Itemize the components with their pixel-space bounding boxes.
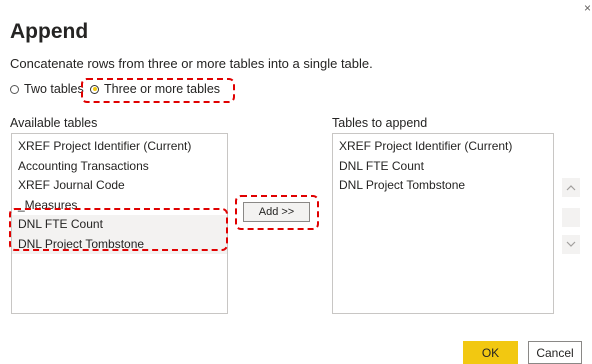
radio-three-or-more-label: Three or more tables [104,82,221,96]
available-tables-label: Available tables [10,116,98,130]
ok-button[interactable]: OK [463,341,518,364]
move-down-button[interactable] [562,235,580,254]
move-up-button[interactable] [562,178,580,197]
chevron-down-icon [566,241,576,247]
radio-two-tables[interactable]: Two tables [10,82,84,96]
list-item[interactable]: Accounting Transactions [12,157,227,177]
radio-unchecked-icon[interactable] [10,84,19,94]
list-item[interactable]: XREF Project Identifier (Current) [333,137,553,157]
list-item-selected[interactable]: DNL FTE Count [12,215,227,235]
tables-to-append-list[interactable]: XREF Project Identifier (Current) DNL FT… [332,133,554,314]
remove-button[interactable] [562,208,580,227]
radio-checked-icon[interactable] [90,84,99,94]
list-item[interactable]: XREF Journal Code [12,176,227,196]
dialog-title: Append [10,20,89,43]
list-item[interactable]: XREF Project Identifier (Current) [12,137,227,157]
radio-two-tables-label: Two tables [24,82,84,96]
list-item[interactable]: DNL Project Tombstone [333,176,553,196]
close-icon[interactable]: × [584,2,591,14]
add-button[interactable]: Add >> [243,202,310,222]
list-item-selected[interactable]: DNL Project Tombstone [12,234,227,254]
dialog-description: Concatenate rows from three or more tabl… [10,56,373,71]
list-item[interactable]: DNL FTE Count [333,157,553,177]
chevron-up-icon [566,185,576,191]
available-tables-list[interactable]: XREF Project Identifier (Current) Accoun… [11,133,228,314]
tables-to-append-label: Tables to append [332,116,428,130]
list-item[interactable]: _Measures [12,196,227,216]
radio-three-or-more-tables[interactable]: Three or more tables [90,82,220,96]
cancel-button[interactable]: Cancel [528,341,582,364]
